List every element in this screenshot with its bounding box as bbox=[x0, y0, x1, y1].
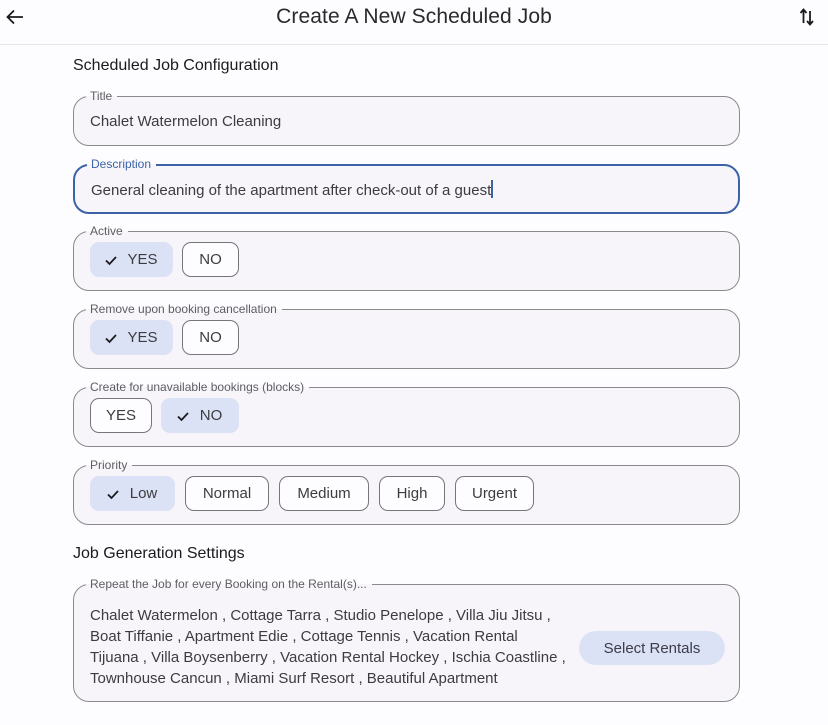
priority-urgent-label: Urgent bbox=[471, 485, 518, 502]
check-icon bbox=[104, 331, 118, 345]
active-no-button[interactable]: NO bbox=[182, 242, 239, 277]
remove-on-cancel-no-button[interactable]: NO bbox=[182, 320, 239, 355]
selected-rentals-list: Chalet Watermelon , Cottage Tarra , Stud… bbox=[90, 607, 566, 687]
description-field[interactable]: Description General cleaning of the apar… bbox=[73, 156, 740, 214]
check-icon bbox=[176, 409, 190, 423]
active-label: Active bbox=[86, 223, 128, 239]
create-for-blocks-label: Create for unavailable bookings (blocks) bbox=[86, 379, 310, 395]
priority-high-button[interactable]: High bbox=[379, 476, 445, 511]
section-title-configuration: Scheduled Job Configuration bbox=[73, 57, 279, 74]
text-cursor bbox=[491, 180, 494, 198]
title-input[interactable]: Chalet Watermelon Cleaning bbox=[90, 113, 281, 130]
priority-medium-button[interactable]: Medium bbox=[279, 476, 369, 511]
app-bar: Create A New Scheduled Job bbox=[0, 0, 828, 45]
section-title-job-generation: Job Generation Settings bbox=[73, 545, 245, 562]
select-rentals-button[interactable]: Select Rentals bbox=[579, 631, 725, 665]
active-yes-button[interactable]: YES bbox=[90, 242, 173, 277]
priority-high-label: High bbox=[396, 485, 428, 502]
swap-vertical-icon bbox=[799, 8, 814, 26]
create-for-blocks-no-button[interactable]: NO bbox=[161, 398, 239, 433]
remove-on-cancel-label: Remove upon booking cancellation bbox=[86, 301, 282, 317]
priority-urgent-button[interactable]: Urgent bbox=[455, 476, 534, 511]
remove-on-cancel-yes-button[interactable]: YES bbox=[90, 320, 173, 355]
priority-low-button[interactable]: Low bbox=[90, 476, 175, 511]
remove-on-cancel-toggle-group: Remove upon booking cancellation YES NO bbox=[73, 301, 740, 369]
active-toggle-group: Active YES NO bbox=[73, 223, 740, 291]
priority-normal-button[interactable]: Normal bbox=[185, 476, 269, 511]
title-field[interactable]: Title Chalet Watermelon Cleaning bbox=[73, 88, 740, 146]
priority-normal-label: Normal bbox=[202, 485, 252, 502]
check-icon bbox=[104, 253, 118, 267]
priority-low-label: Low bbox=[129, 485, 158, 502]
title-label: Title bbox=[86, 88, 118, 104]
check-icon bbox=[106, 487, 120, 501]
rentals-field: Repeat the Job for every Booking on the … bbox=[73, 576, 740, 702]
active-yes-label: YES bbox=[127, 251, 158, 268]
page-title: Create A New Scheduled Job bbox=[276, 5, 552, 28]
remove-on-cancel-no-label: NO bbox=[199, 329, 222, 346]
active-no-label: NO bbox=[199, 251, 222, 268]
priority-toggle-group: Priority Low Normal Medium High Urgent bbox=[73, 457, 740, 525]
remove-on-cancel-yes-label: YES bbox=[127, 329, 158, 346]
create-for-blocks-toggle-group: Create for unavailable bookings (blocks)… bbox=[73, 379, 740, 447]
create-for-blocks-yes-button[interactable]: YES bbox=[90, 398, 152, 433]
description-input[interactable]: General cleaning of the apartment after … bbox=[91, 180, 494, 199]
sort-button[interactable] bbox=[796, 5, 818, 29]
priority-label: Priority bbox=[86, 457, 133, 473]
rentals-label: Repeat the Job for every Booking on the … bbox=[86, 576, 372, 592]
description-value: General cleaning of the apartment after … bbox=[91, 182, 492, 199]
create-for-blocks-yes-label: YES bbox=[105, 407, 136, 424]
description-label: Description bbox=[87, 156, 157, 172]
priority-medium-label: Medium bbox=[297, 485, 351, 502]
create-for-blocks-no-label: NO bbox=[199, 407, 223, 424]
